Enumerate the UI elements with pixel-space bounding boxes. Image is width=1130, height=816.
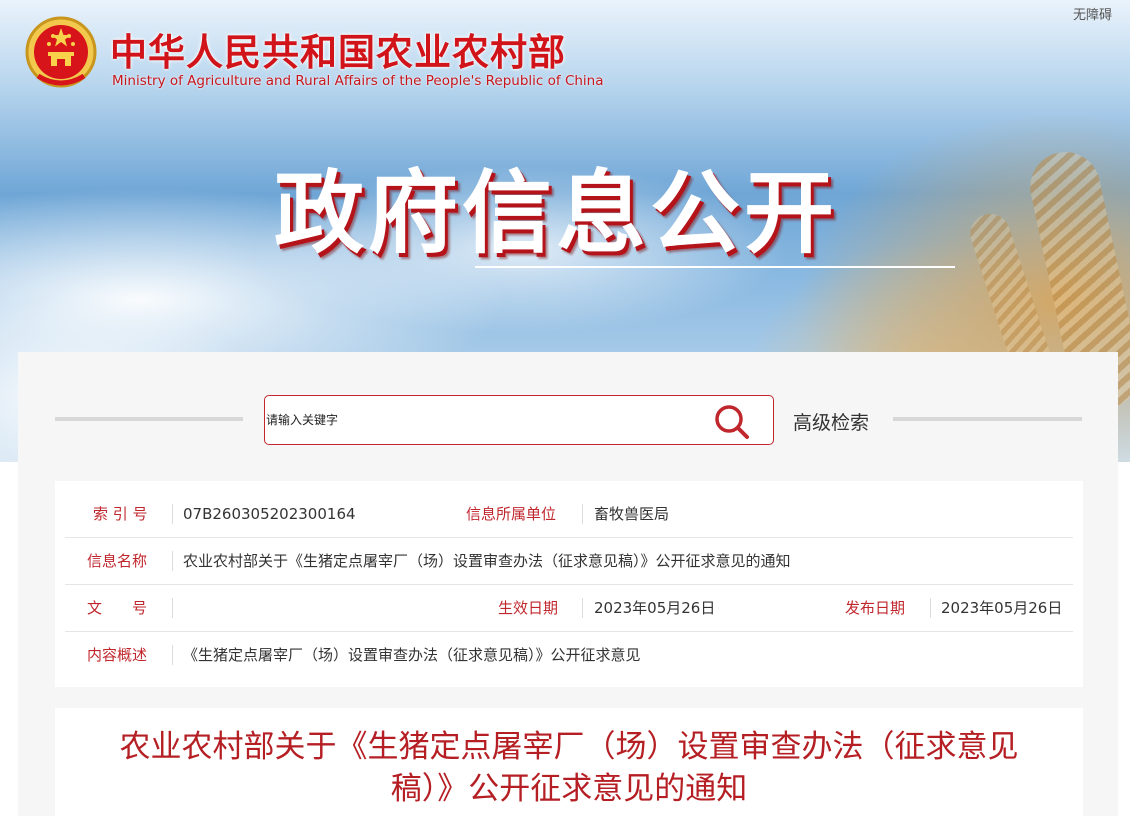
index-label: 索 引 号 — [93, 505, 148, 523]
info-row-index: 索 引 号 07B260305202300164 信息所属单位 畜牧兽医局 — [65, 491, 1073, 538]
ministry-name-cn: 中华人民共和国农业农村部 — [110, 30, 566, 74]
info-row-summary: 内容概述 《生猪定点屠宰厂（场）设置审查办法（征求意见稿）》公开征求意见 — [65, 632, 1073, 678]
advanced-search-link[interactable]: 高级检索 — [793, 408, 869, 435]
national-emblem-icon — [25, 16, 97, 88]
search-divider-right — [893, 417, 1082, 421]
publish-date-label: 发布日期 — [845, 599, 906, 617]
search-input[interactable] — [265, 396, 706, 444]
publish-date-value: 2023年05月26日 — [941, 599, 1063, 617]
divider — [582, 598, 583, 618]
divider — [930, 598, 931, 618]
divider — [172, 504, 173, 524]
banner-title: 政府信息公开 — [274, 161, 838, 266]
unit-label: 信息所属单位 — [466, 505, 557, 523]
accessibility-link[interactable]: 无障碍 — [1073, 4, 1112, 23]
summary-label: 内容概述 — [87, 646, 148, 664]
info-row-name: 信息名称 农业农村部关于《生猪定点屠宰厂（场）设置审查办法（征求意见稿）》公开征… — [65, 538, 1073, 585]
ministry-name-en: Ministry of Agriculture and Rural Affair… — [112, 73, 604, 89]
divider — [582, 504, 583, 524]
index-value: 07B260305202300164 — [183, 505, 356, 523]
info-row-dates: 文 号 生效日期 2023年05月26日 发布日期 2023年05月26日 — [65, 585, 1073, 632]
effective-date-label: 生效日期 — [498, 599, 559, 617]
search-box — [264, 395, 774, 445]
banner-divider — [475, 266, 955, 268]
divider — [172, 551, 173, 571]
info-table: 索 引 号 07B260305202300164 信息所属单位 畜牧兽医局 信息… — [55, 481, 1083, 687]
doc-number-label: 文 号 — [87, 599, 148, 617]
search-icon[interactable] — [713, 403, 751, 441]
divider — [172, 598, 173, 618]
search-divider-left — [55, 417, 243, 421]
article-title: 农业农村部关于《生猪定点屠宰厂（场）设置审查办法（征求意见稿）》公开征求意见的通… — [119, 729, 1019, 807]
divider — [172, 645, 173, 665]
effective-date-value: 2023年05月26日 — [594, 599, 716, 617]
summary-value: 《生猪定点屠宰厂（场）设置审查办法（征求意见稿）》公开征求意见 — [183, 646, 641, 664]
article-section: 农业农村部关于《生猪定点屠宰厂（场）设置审查办法（征求意见稿）》公开征求意见的通… — [55, 708, 1083, 816]
name-label: 信息名称 — [87, 552, 148, 570]
name-value: 农业农村部关于《生猪定点屠宰厂（场）设置审查办法（征求意见稿）》公开征求意见的通… — [183, 552, 791, 570]
unit-value: 畜牧兽医局 — [594, 505, 670, 523]
